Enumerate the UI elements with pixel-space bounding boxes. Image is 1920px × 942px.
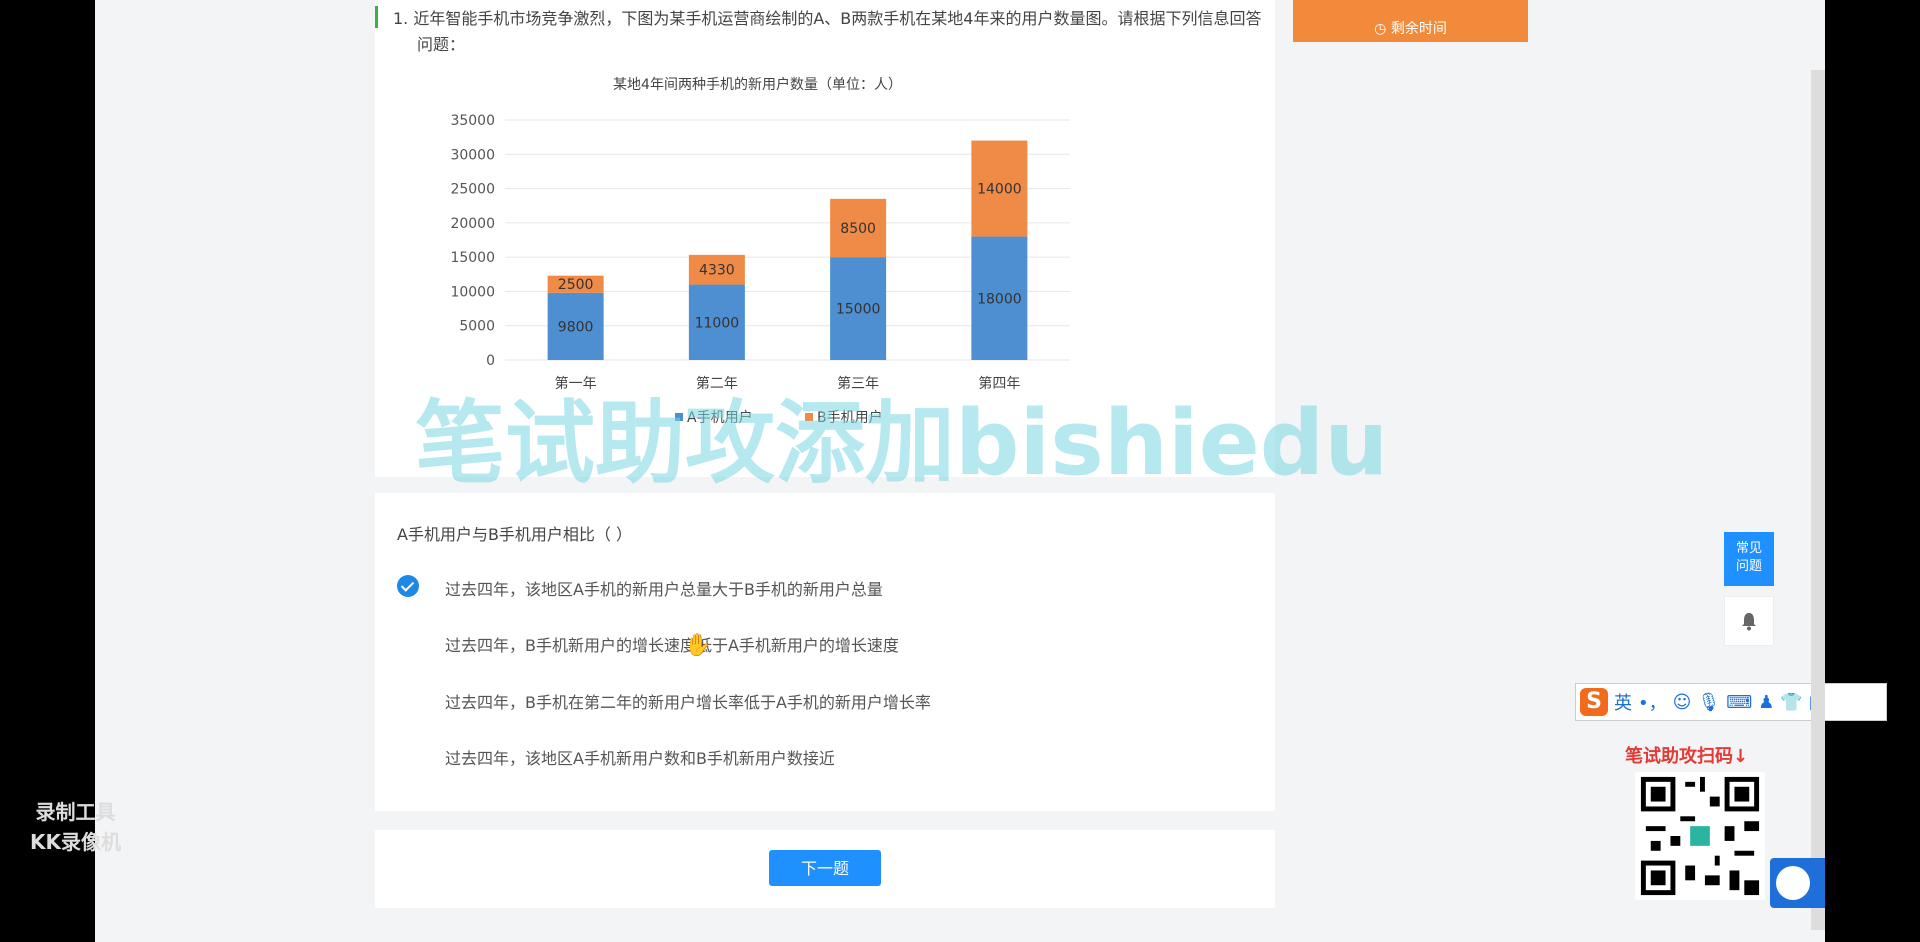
radio-a[interactable] (397, 575, 419, 597)
play-icon (1776, 866, 1810, 900)
option-c[interactable]: 过去四年，B手机在第二年的新用户增长率低于A手机的新用户增长率 (397, 681, 1257, 717)
faq-line1: 常见 (1735, 541, 1762, 556)
microphone-icon[interactable]: 🎙 (1697, 692, 1720, 713)
data-label: 8500 (840, 221, 876, 237)
data-label: 2500 (558, 277, 594, 293)
y-tick-label: 25000 (450, 182, 495, 198)
question-number: 1. (393, 9, 409, 28)
y-tick-label: 5000 (459, 319, 495, 335)
recorder-watermark: 录制工具 KK录像机 (30, 797, 121, 857)
ime-lang-toggle[interactable]: 英 (1614, 689, 1632, 715)
data-label: 18000 (977, 291, 1022, 307)
data-label: 14000 (977, 182, 1022, 198)
option-c-label: 过去四年，B手机在第二年的新用户增长率低于A手机的新用户增长率 (445, 693, 931, 712)
option-d-label: 过去四年，该地区A手机新用户数和B手机新用户数接近 (445, 749, 835, 768)
sogou-logo-icon: S (1580, 688, 1608, 716)
timer-label: ◷ 剩余时间 (1293, 18, 1528, 38)
option-a[interactable]: 过去四年，该地区A手机的新用户总量大于B手机的新用户总量 (397, 568, 1257, 604)
radio-d[interactable] (397, 744, 419, 766)
option-a-label: 过去四年，该地区A手机的新用户总量大于B手机的新用户总量 (445, 580, 883, 599)
data-label: 15000 (836, 302, 881, 318)
notification-button[interactable] (1724, 596, 1774, 646)
option-b[interactable]: 过去四年，B手机新用户的增长速度低于A手机新用户的增长速度 (397, 624, 1257, 660)
data-label: 4330 (699, 263, 735, 279)
recorder-line1: 录制工具 (35, 800, 116, 824)
emoji-icon[interactable]: ☺ (1673, 692, 1692, 713)
y-tick-label: 0 (486, 353, 495, 369)
options-prompt: A手机用户与B手机用户相比（ ） (397, 525, 633, 544)
mouse-cursor-icon: ✋ (684, 633, 712, 658)
chart-title: 某地4年间两种手机的新用户数量（单位：人） (613, 76, 902, 93)
floating-assist-tab[interactable] (1770, 858, 1825, 908)
right-letterbox (1825, 0, 1920, 942)
clock-icon: ◷ (1374, 21, 1387, 37)
ime-punct-toggle[interactable]: •， (1638, 689, 1667, 715)
scrollbar[interactable] (1811, 70, 1825, 930)
data-label: 11000 (695, 315, 740, 331)
overlay-watermark: 笔试助攻添加bishiedu (415, 391, 1389, 496)
next-card: 下一题 (375, 830, 1275, 908)
question-text-line1: 近年智能手机市场竞争激烈，下图为某手机运营商绘制的A、B两款手机在某地4年来的用… (413, 9, 1262, 28)
faq-button[interactable]: 常见 问题 (1724, 532, 1774, 586)
keyboard-icon[interactable]: ⌨ (1726, 692, 1752, 713)
timer-label-text: 剩余时间 (1390, 21, 1447, 37)
question-text-line2: 问题： (417, 35, 466, 54)
qr-code-icon (1635, 772, 1765, 900)
y-tick-label: 30000 (450, 147, 495, 163)
timer-box: ◷ 剩余时间 (1293, 0, 1528, 42)
faq-line2: 问题 (1735, 559, 1762, 574)
skin-icon[interactable]: 👕 (1780, 692, 1802, 713)
options-card: A手机用户与B手机用户相比（ ） 过去四年，该地区A手机的新用户总量大于B手机的… (375, 493, 1275, 811)
data-label: 9800 (558, 319, 594, 335)
radio-b[interactable] (397, 631, 419, 653)
question-stem: 1. 近年智能手机市场竞争激烈，下图为某手机运营商绘制的A、B两款手机在某地4年… (393, 6, 1273, 58)
next-question-button[interactable]: 下一题 (769, 850, 881, 886)
user-icon[interactable]: ♟ (1758, 692, 1774, 713)
recorder-line2: KK录像机 (30, 830, 121, 854)
y-tick-label: 20000 (450, 216, 495, 232)
y-tick-label: 10000 (450, 284, 495, 300)
radio-c[interactable] (397, 688, 419, 710)
option-b-label: 过去四年，B手机新用户的增长速度低于A手机新用户的增长速度 (445, 636, 899, 655)
qr-title: 笔试助攻扫码↓ (1625, 746, 1749, 767)
option-d[interactable]: 过去四年，该地区A手机新用户数和B手机新用户数接近 (397, 737, 1257, 773)
y-tick-label: 15000 (450, 250, 495, 266)
question-accent-bar (375, 6, 378, 28)
y-tick-label: 35000 (450, 113, 495, 129)
ime-toolbar[interactable]: S 英 •， ☺ 🎙 ⌨ ♟ 👕 ▦ (1575, 683, 1887, 721)
bell-icon (1742, 613, 1756, 631)
